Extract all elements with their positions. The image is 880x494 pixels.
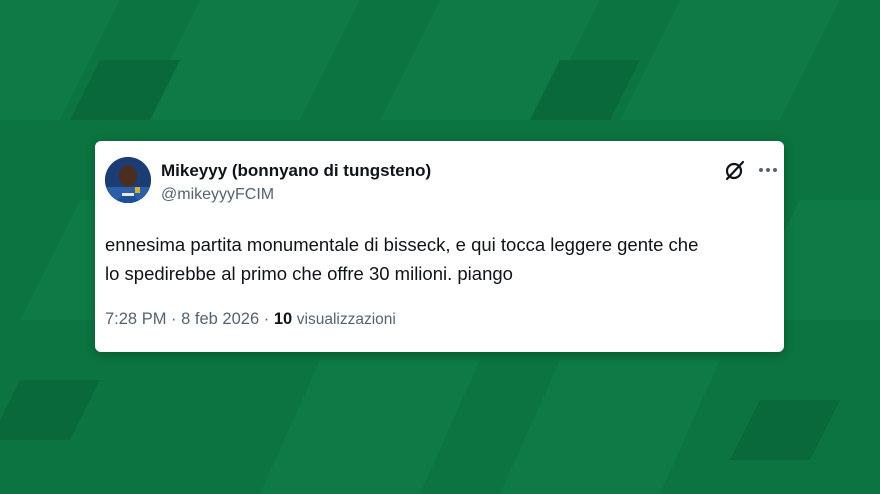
grok-icon[interactable]	[723, 158, 747, 182]
tweet-text: ennesima partita monumentale di bisseck,…	[105, 230, 775, 288]
avatar-image	[105, 157, 151, 203]
meta-separator: ·	[171, 310, 177, 328]
tweet-card[interactable]: Mikeyyy (bonnyano di tungsteno) @mikeyyy…	[95, 141, 784, 352]
views-label: visualizzazioni	[296, 311, 396, 328]
tweet-date[interactable]: 8 feb 2026	[181, 310, 259, 328]
avatar[interactable]	[105, 157, 151, 203]
meta-separator: ·	[263, 310, 270, 328]
more-options-icon[interactable]	[756, 158, 780, 182]
author-name[interactable]: Mikeyyy (bonnyano di tungsteno)	[161, 161, 431, 181]
tweet-meta: 7:28 PM · 8 feb 2026 · 10 visualizzazion…	[105, 310, 396, 329]
views-count[interactable]: 10	[274, 310, 292, 328]
author-handle[interactable]: @mikeyyyFCIM	[161, 186, 274, 204]
tweet-text-line-1: ennesima partita monumentale di bisseck,…	[105, 234, 699, 255]
tweet-time[interactable]: 7:28 PM	[105, 310, 166, 328]
tweet-text-line-2: lo spedirebbe al primo che offre 30 mili…	[105, 263, 513, 284]
